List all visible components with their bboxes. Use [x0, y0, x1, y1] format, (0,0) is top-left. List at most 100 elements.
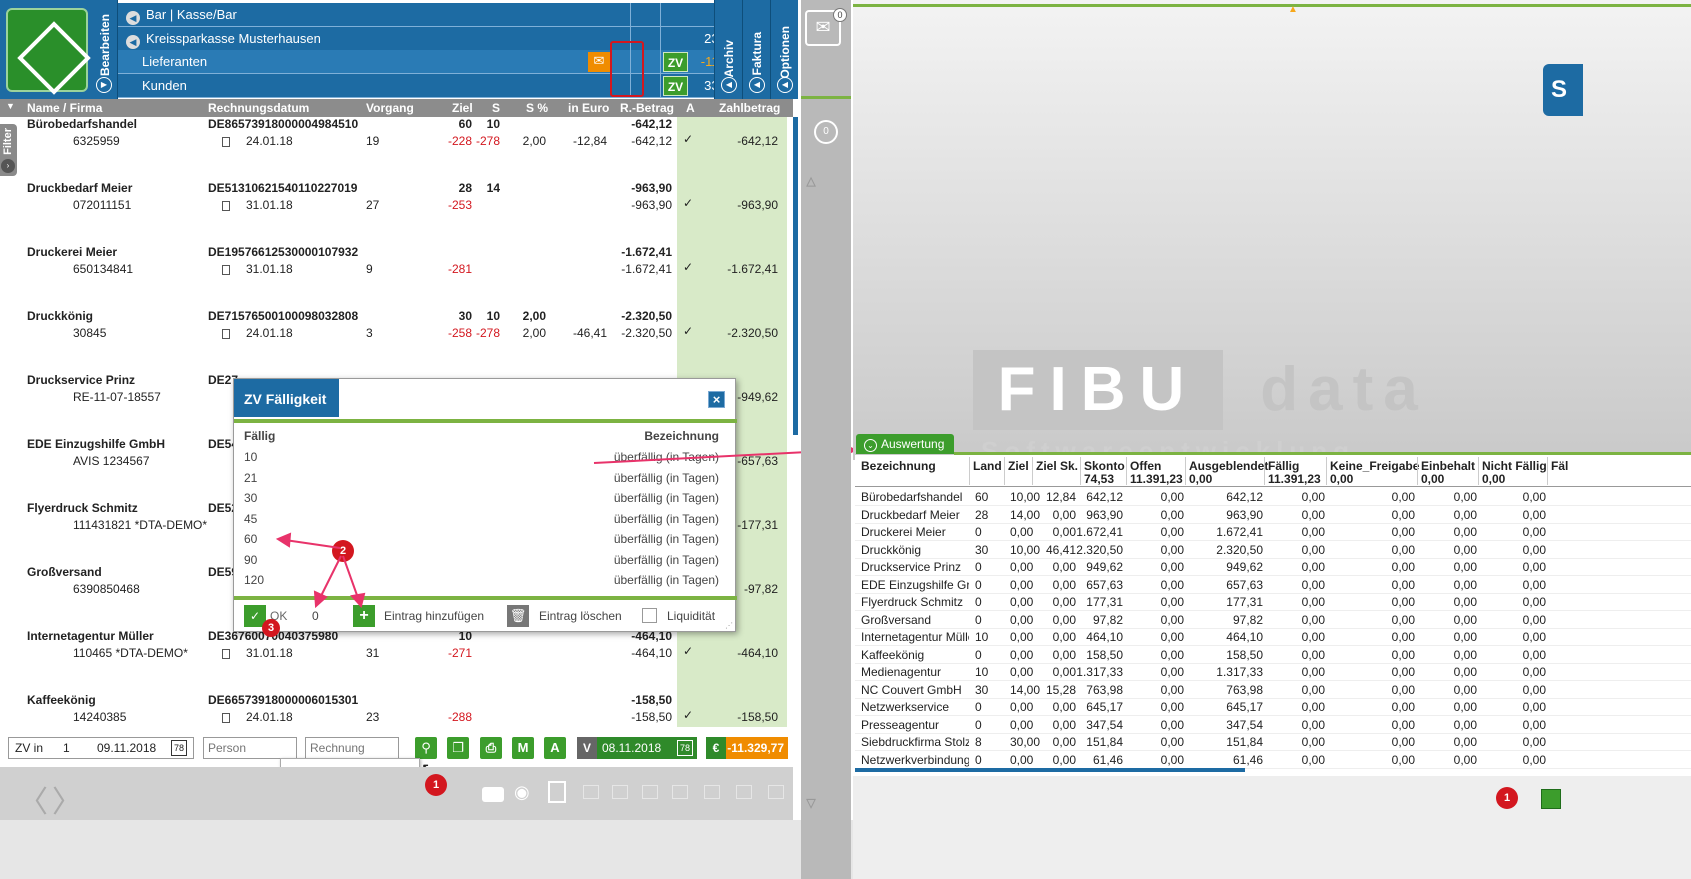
cell: 151,84 [1226, 735, 1263, 749]
table-row[interactable]: Siebdruckfirma Stolz 8 30,00 0,00 151,84 0,00… [855, 734, 1691, 751]
right-notification-badge: 1 [1496, 787, 1518, 809]
scroll-down-icon[interactable]: ▿ [806, 790, 816, 815]
auswertung-col-header[interactable]: Ausgeblendet [1189, 459, 1268, 473]
auswertung-col-header[interactable]: Fällig [1268, 459, 1299, 473]
cell: Großversand [861, 612, 932, 627]
column-divider[interactable] [1080, 457, 1081, 485]
table-row[interactable]: Netzwerkverbindung 0 0,00 0,00 61,46 0,00 61,4… [855, 752, 1691, 769]
auswertung-col-header[interactable]: Ziel [1008, 459, 1029, 473]
cell: 0,00 [1522, 630, 1546, 644]
cell: 0,00 [1160, 735, 1184, 749]
cell: 645,17 [1086, 700, 1123, 714]
cell: 0,00 [1453, 752, 1477, 767]
cell: 0,00 [1160, 682, 1184, 697]
table-row[interactable]: Medienagentur 10 0,00 0,00 1.317,33 0,00 1.317… [855, 664, 1691, 681]
auswertung-col-header[interactable]: Skonto [1084, 459, 1125, 473]
cell: 0,00 [1160, 647, 1184, 662]
table-row[interactable]: EDE Einzugshilfe Gr 0 0,00 0,00 657,63 0,00 65… [855, 577, 1691, 594]
auswertung-col-total: 11.391,23 [1268, 472, 1321, 486]
collapse-up-icon[interactable]: ▲ [1288, 4, 1298, 15]
table-row[interactable]: Netzwerkservice 0 0,00 0,00 645,17 0,00 645,17… [855, 699, 1691, 716]
auswertung-col-header[interactable]: Keine_Freigabe [1330, 459, 1419, 473]
column-divider[interactable] [1032, 457, 1033, 485]
cell: 30 [975, 542, 989, 557]
auswertung-col-total: 0,00 [1482, 472, 1506, 486]
table-row[interactable]: Flyerdruck Schmitz 0 0,00 0,00 177,31 0,00 177… [855, 594, 1691, 611]
cell: 0,00 [1391, 595, 1415, 609]
table-row[interactable]: Druckservice Prinz 0 0,00 0,00 949,62 0,00 949… [855, 559, 1691, 576]
column-divider[interactable] [1326, 457, 1327, 485]
table-row[interactable]: Bürobedarfshandel 60 10,00 12,84 642,12 0,00 6… [855, 489, 1691, 506]
cell: 0,00 [1453, 595, 1477, 609]
cell: 0,00 [1453, 490, 1477, 504]
column-divider[interactable] [1126, 457, 1127, 485]
cell: 0,00 [1301, 507, 1325, 522]
cell: 12,84 [1045, 490, 1076, 504]
auswertung-label: Auswertung [881, 437, 945, 451]
cell: 0 [975, 647, 982, 662]
column-divider[interactable] [1004, 457, 1005, 485]
cell: 645,17 [1226, 700, 1263, 714]
horizontal-scrollbar[interactable] [855, 768, 1245, 772]
cell: 0,00 [1522, 612, 1546, 627]
table-row[interactable]: Druckbedarf Meier 28 14,00 0,00 963,90 0,00 96… [855, 507, 1691, 524]
cell: 0,00 [1453, 525, 1477, 539]
column-divider[interactable] [969, 457, 970, 485]
cell: 10,00 [1010, 490, 1041, 504]
auswertung-col-header[interactable]: Fäl [1551, 459, 1568, 473]
cell: 763,98 [1086, 682, 1123, 697]
cell: 0,00 [1391, 735, 1415, 749]
cell: 0,00 [1453, 735, 1477, 749]
auswertung-col-header[interactable]: Ziel Sk. [1036, 459, 1078, 473]
cell: 0,00 [1522, 682, 1546, 697]
cell: 0,00 [1010, 525, 1034, 539]
cell: 0,00 [1052, 630, 1076, 644]
cell: 10,00 [1010, 542, 1041, 557]
column-divider[interactable] [1264, 457, 1265, 485]
s-app-icon[interactable]: S [1543, 64, 1583, 116]
cell: 60 [975, 490, 989, 504]
brand-logo-part-2: data [1260, 355, 1428, 424]
auswertung-col-header[interactable]: Land [973, 459, 1002, 473]
auswertung-col-header[interactable]: Nicht Fällig [1482, 459, 1547, 473]
chevron-down-icon: ⌄ [864, 439, 877, 452]
cell: 0,00 [1453, 577, 1477, 592]
table-row[interactable]: Kaffeekönig 0 0,00 0,00 158,50 0,00 158,50 0,00… [855, 647, 1691, 664]
cell: 0,00 [1160, 542, 1184, 557]
table-row[interactable]: Internetagentur Mülle 10 0,00 0,00 464,10 0,0… [855, 629, 1691, 646]
cell: 10 [975, 665, 989, 679]
cell: 0,00 [1052, 525, 1076, 539]
column-divider[interactable] [1417, 457, 1418, 485]
auswertung-tab[interactable]: ⌄ Auswertung [856, 434, 954, 454]
cell: EDE Einzugshilfe Gr [861, 577, 969, 592]
table-row[interactable]: Großversand 0 0,00 0,00 97,82 0,00 97,82 0,00 0,… [855, 612, 1691, 629]
cell: 0,00 [1301, 612, 1325, 627]
cell: 0,00 [1453, 560, 1477, 574]
cell: 151,84 [1086, 735, 1123, 749]
cell: Druckkönig [861, 542, 922, 557]
mid-counter[interactable]: 0 [814, 120, 838, 144]
cell: 657,63 [1226, 577, 1263, 592]
column-divider[interactable] [1547, 457, 1548, 485]
auswertung-col-header[interactable]: Bezeichnung [861, 459, 936, 473]
copy-icon[interactable] [1541, 789, 1561, 809]
column-divider[interactable] [1478, 457, 1479, 485]
auswertung-col-header[interactable]: Einbehalt [1421, 459, 1475, 473]
column-divider[interactable] [1185, 457, 1186, 485]
table-row[interactable]: Druckkönig 30 10,00 46,41 2.320,50 0,00 2.320,… [855, 542, 1691, 559]
cell: 0,00 [1391, 560, 1415, 574]
auswertung-col-header[interactable]: Offen [1130, 459, 1161, 473]
cell: 177,31 [1086, 595, 1123, 609]
cell: 0,00 [1301, 525, 1325, 539]
table-row[interactable]: Presseagentur 0 0,00 0,00 347,54 0,00 347,54 0,… [855, 717, 1691, 734]
table-row[interactable]: Druckerei Meier 0 0,00 0,00 1.672,41 0,00 1.67… [855, 524, 1691, 541]
brand-logo: FIBU data [973, 350, 1453, 430]
table-row[interactable]: NC Couvert GmbH 30 14,00 15,28 763,98 0,00 763… [855, 682, 1691, 699]
cell: 158,50 [1086, 647, 1123, 662]
cell: 0 [975, 752, 982, 767]
cell: 0,00 [1301, 560, 1325, 574]
cell: 0,00 [1301, 717, 1325, 732]
cell: 158,50 [1226, 647, 1263, 662]
scroll-up-icon[interactable]: ▵ [806, 168, 816, 193]
cell: 0,00 [1160, 525, 1184, 539]
